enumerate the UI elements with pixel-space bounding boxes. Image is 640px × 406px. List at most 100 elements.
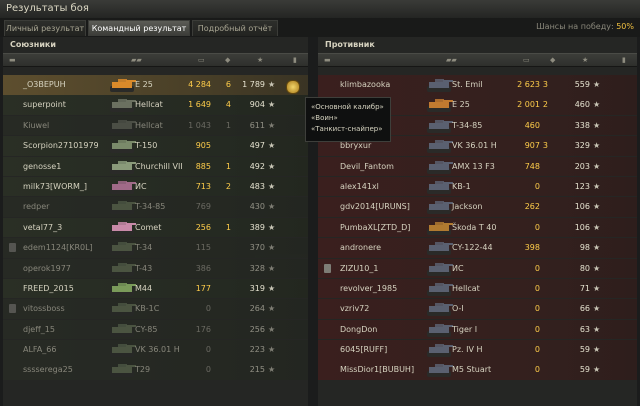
ally-row[interactable]: djeff_15 CY-85 176 256 ★ (3, 319, 308, 340)
star-icon: ★ (593, 141, 601, 151)
damage-value: 0 (534, 263, 540, 273)
player-name: Scorpion27101979 (23, 141, 99, 151)
allies-panel: Союзники ▬ ▰▰ ▭ ◆ ★ ▮ _O3BEPUH E 25 4 284 6… (3, 37, 308, 406)
medal-icon[interactable] (286, 80, 300, 94)
damage-value: 262 (524, 202, 540, 212)
ally-row[interactable]: vetal77_3 Comet 256 1 389 ★ (3, 217, 308, 238)
enemy-row[interactable]: alex141xl KB-1 0 123 ★ (318, 176, 637, 197)
enemy-row[interactable]: vzriv72 O-I 0 66 ★ (318, 299, 637, 319)
player-name: vetal77_3 (23, 222, 63, 232)
medal-column-icon[interactable]: ▮ (622, 56, 626, 64)
ally-row[interactable]: superpoint Hellcat 1 649 4 904 ★ (3, 95, 308, 115)
xp-value: 497 (249, 141, 265, 151)
kills-value: 1 (225, 161, 231, 171)
ally-row[interactable]: edem1124[KR0L] T-34 115 370 ★ (3, 238, 308, 258)
win-chance-label: Шансы на победу: (536, 22, 614, 31)
enemy-row[interactable]: klimbazooka St. Emil 2 623 3 559 ★ (318, 75, 637, 95)
enemy-row[interactable]: PumbaXL[ZTD_D] Škoda T 40 0 106 ★ (318, 217, 637, 238)
tooltip-line: «Основной калибр» (311, 103, 384, 111)
damage-column-icon[interactable]: ▭ (523, 56, 530, 64)
star-column-icon[interactable]: ★ (582, 56, 588, 64)
vehicle-name: St. Emil (452, 80, 483, 89)
tank-icon (109, 137, 137, 154)
star-column-icon[interactable]: ★ (257, 56, 263, 64)
tank-icon (426, 96, 454, 113)
player-name: alex141xl (340, 181, 379, 191)
kills-column-icon[interactable]: ◆ (550, 56, 555, 64)
star-icon: ★ (268, 120, 276, 130)
xp-value: 492 (249, 161, 265, 171)
allies-column-header: ▬ ▰▰ ▭ ◆ ★ ▮ (3, 53, 308, 67)
enemy-row[interactable]: DongDon Tiger I 0 63 ★ (318, 319, 637, 340)
tank-icon (109, 260, 137, 277)
enemy-row[interactable]: Devil_Fantom AMX 13 F3 748 203 ★ (318, 156, 637, 177)
player-name: andronere (340, 243, 382, 253)
enemy-row[interactable]: 6045[RUFF] Pz. IV H 0 59 ★ (318, 340, 637, 360)
vehicle-name: CY-122-44 (452, 243, 493, 253)
ally-row[interactable]: operok1977 T-43 386 328 ★ (3, 258, 308, 279)
ally-row[interactable]: FREED_2015 M44 177 319 ★ (3, 278, 308, 299)
tab-detailed-report[interactable]: Подробный отчёт (192, 20, 278, 36)
damage-value: 177 (195, 283, 211, 293)
damage-value: 4 284 (188, 80, 211, 89)
xp-value: 215 (249, 365, 265, 375)
xp-value: 63 (579, 324, 590, 334)
vehicle-name: ИС (452, 263, 464, 273)
ally-row[interactable]: milk73[WORM_] ИС 713 2 483 ★ (3, 176, 308, 197)
tank-icon (109, 198, 137, 215)
kills-value: 3 (542, 80, 548, 89)
vehicle-name: T-34-85 (135, 202, 166, 212)
xp-value: 611 (249, 120, 265, 130)
tank-icon (109, 321, 137, 338)
damage-value: 460 (524, 120, 540, 130)
kills-value: 1 (225, 222, 231, 232)
enemy-row[interactable]: ZIZU10_1 ИС 0 80 ★ (318, 258, 637, 279)
ally-row[interactable]: genosse1 Churchill VII 885 1 492 ★ (3, 156, 308, 177)
star-icon: ★ (593, 120, 601, 130)
star-icon: ★ (268, 161, 276, 171)
platoon-column-icon[interactable]: ▬ (9, 56, 16, 64)
ally-row[interactable]: vitossboss KB-1C 0 264 ★ (3, 299, 308, 319)
xp-value: 329 (574, 141, 590, 151)
xp-value: 123 (574, 181, 590, 191)
xp-value: 370 (249, 243, 265, 253)
damage-value: 1 649 (188, 100, 211, 110)
player-name: edem1124[KR0L] (23, 243, 93, 253)
star-icon: ★ (268, 202, 276, 212)
platoon-column-icon[interactable]: ▬ (324, 56, 331, 64)
star-icon: ★ (593, 202, 601, 212)
vehicle-name: T-43 (135, 263, 153, 273)
medal-column-icon[interactable]: ▮ (293, 56, 297, 64)
star-icon: ★ (593, 263, 601, 273)
kills-value: 3 (542, 141, 548, 151)
ally-row[interactable]: Scorpion27101979 T-150 905 497 ★ (3, 136, 308, 156)
star-icon: ★ (593, 324, 601, 334)
ally-row[interactable]: sssserega25 T29 0 215 ★ (3, 360, 308, 380)
damage-value: 905 (195, 141, 211, 151)
ally-row[interactable]: redper T-34-85 769 430 ★ (3, 197, 308, 217)
tab-team-result[interactable]: Командный результат (88, 20, 190, 36)
ally-row[interactable]: ALFA_66 VK 36.01 H 0 223 ★ (3, 340, 308, 360)
tank-column-icon[interactable]: ▰▰ (446, 56, 457, 64)
ally-row[interactable]: Kiuwel Hellcat 1 043 1 611 ★ (3, 115, 308, 136)
damage-value: 0 (534, 181, 540, 191)
ally-row[interactable]: _O3BEPUH E 25 4 284 6 1 789 ★ (3, 75, 308, 95)
damage-value: 885 (195, 161, 211, 171)
kills-column-icon[interactable]: ◆ (225, 56, 230, 64)
tab-personal-result[interactable]: Личный результат (4, 20, 86, 36)
xp-value: 483 (249, 181, 265, 191)
enemy-row[interactable]: revolver_1985 Hellcat 0 71 ★ (318, 278, 637, 299)
player-name: operok1977 (23, 263, 71, 273)
tank-icon (426, 280, 454, 297)
tank-icon (109, 96, 137, 113)
enemy-row[interactable]: MissDior1[BUBUH] M5 Stuart 0 59 ★ (318, 360, 637, 380)
enemy-row[interactable]: gdv2014[URUNS] Jackson 262 106 ★ (318, 197, 637, 217)
damage-column-icon[interactable]: ▭ (198, 56, 205, 64)
vehicle-name: AMX 13 F3 (452, 161, 495, 171)
star-icon: ★ (268, 324, 276, 334)
tank-icon (426, 137, 454, 154)
player-name: djeff_15 (23, 324, 55, 334)
tank-column-icon[interactable]: ▰▰ (131, 56, 142, 64)
enemy-row[interactable]: andronere CY-122-44 398 98 ★ (318, 238, 637, 258)
kills-value: 4 (225, 100, 231, 110)
